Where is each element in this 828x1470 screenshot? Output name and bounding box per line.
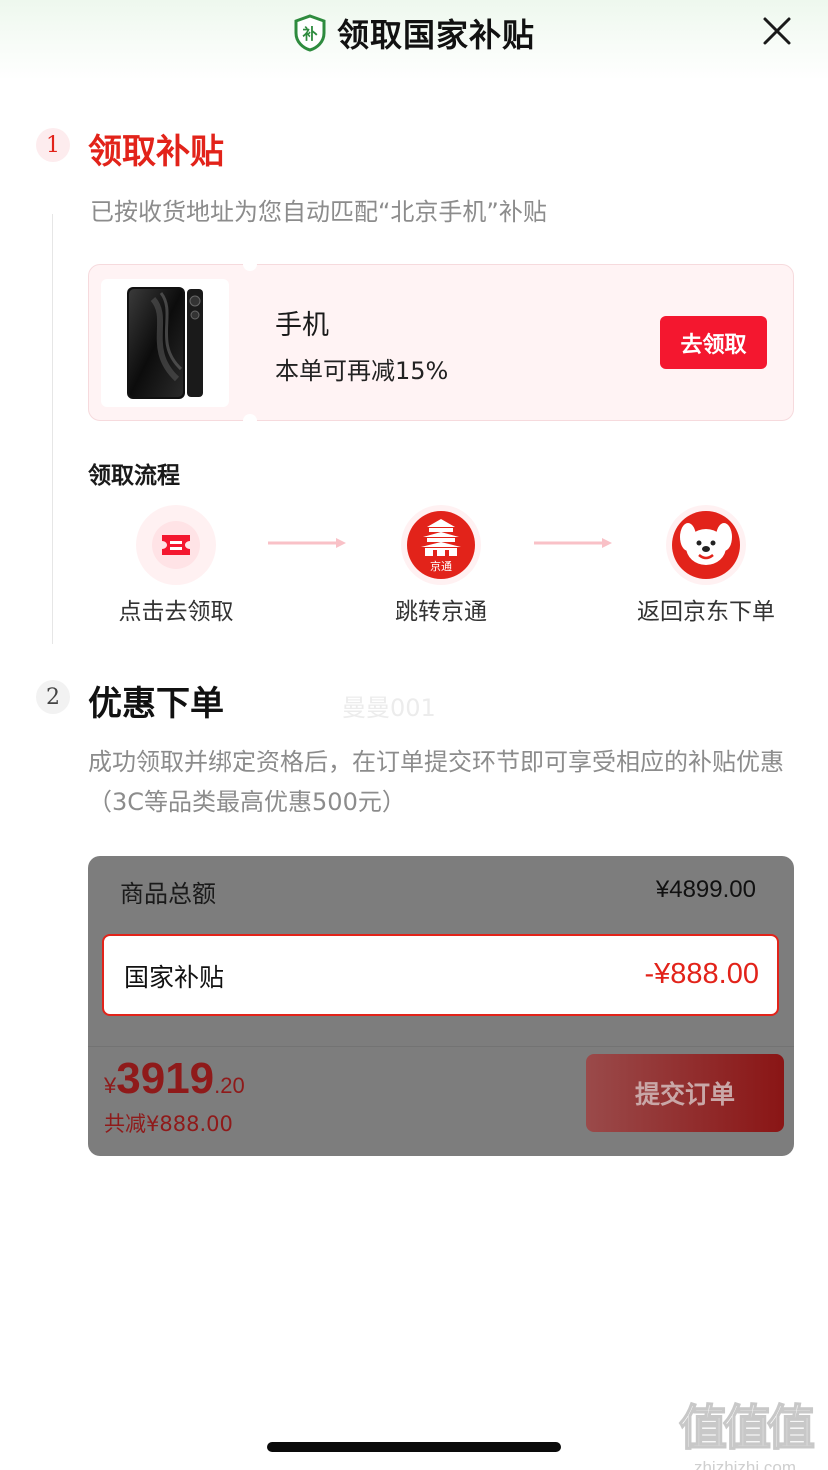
step-1-number: 1: [36, 128, 70, 162]
product-benefit: 本单可再减15%: [275, 357, 449, 385]
card-notch-top: [243, 257, 257, 271]
flow-title: 领取流程: [88, 463, 180, 489]
total-amount-label: 商品总额: [120, 880, 216, 908]
user-watermark: 曼曼001: [342, 694, 436, 722]
flow-arrow-icon: [268, 538, 346, 548]
flow-step-label: 点击去领取: [118, 599, 234, 625]
close-icon[interactable]: [762, 16, 792, 46]
subsidy-product-card: 手机 本单可再减15% 去领取: [88, 257, 794, 428]
subsidy-label: 国家补贴: [124, 963, 225, 992]
total-amount-value: ¥4899.00: [655, 876, 756, 903]
phone-icon: [127, 287, 203, 399]
flow-step-label: 返回京东下单: [637, 599, 775, 625]
timeline-line: [52, 214, 53, 644]
flow-arrow-icon: [534, 538, 612, 548]
price-integer: 3919: [116, 1054, 215, 1103]
ticket-icon: [136, 505, 216, 585]
order-preview-card: 商品总额 ¥4899.00 国家补贴 -¥888.00 ¥3919.20 共减¥…: [88, 856, 794, 1156]
product-name: 手机: [275, 310, 329, 341]
flow-step-label: 跳转京通: [395, 599, 487, 625]
step-1-description: 已按收货地址为您自动匹配“北京手机”补贴: [90, 198, 547, 226]
home-indicator[interactable]: [267, 1442, 561, 1452]
claim-subsidy-button[interactable]: 去领取: [660, 316, 767, 369]
site-logo-watermark: 值值值 zhizhizhi.com: [670, 1388, 820, 1470]
divider: [88, 1046, 794, 1047]
shield-badge-icon: 补: [294, 14, 326, 52]
subsidy-value: -¥888.00: [644, 958, 760, 990]
price-currency: ¥: [104, 1073, 117, 1098]
shield-badge-glyph: 补: [301, 25, 317, 43]
step-2-title: 优惠下单: [88, 684, 224, 724]
step-2-description: 成功领取并绑定资格后，在订单提交环节即可享受相应的补贴优惠（3C等品类最高优惠5…: [88, 748, 784, 816]
header: 补 领取国家补贴: [0, 10, 828, 56]
submit-order-button[interactable]: 提交订单: [586, 1054, 784, 1132]
phone-product-image: [101, 279, 229, 407]
page-title: 领取国家补贴: [336, 16, 535, 54]
subsidy-row: 国家补贴 -¥888.00: [102, 934, 779, 1016]
step-1-title: 领取补贴: [88, 132, 224, 172]
jd-mascot-icon: [666, 505, 746, 585]
price-decimal: .20: [214, 1073, 245, 1098]
card-notch-bottom: [243, 414, 257, 428]
site-logo-url: zhizhizhi.com: [693, 1458, 797, 1470]
jingtong-app-icon: 京通: [401, 505, 481, 585]
site-logo-text: 值值值: [678, 1399, 816, 1457]
jingtong-caption: 京通: [430, 559, 452, 573]
total-saved: 共减¥888.00: [104, 1112, 233, 1136]
final-price: ¥3919.20: [104, 1054, 245, 1104]
step-2-number: 2: [36, 680, 70, 714]
